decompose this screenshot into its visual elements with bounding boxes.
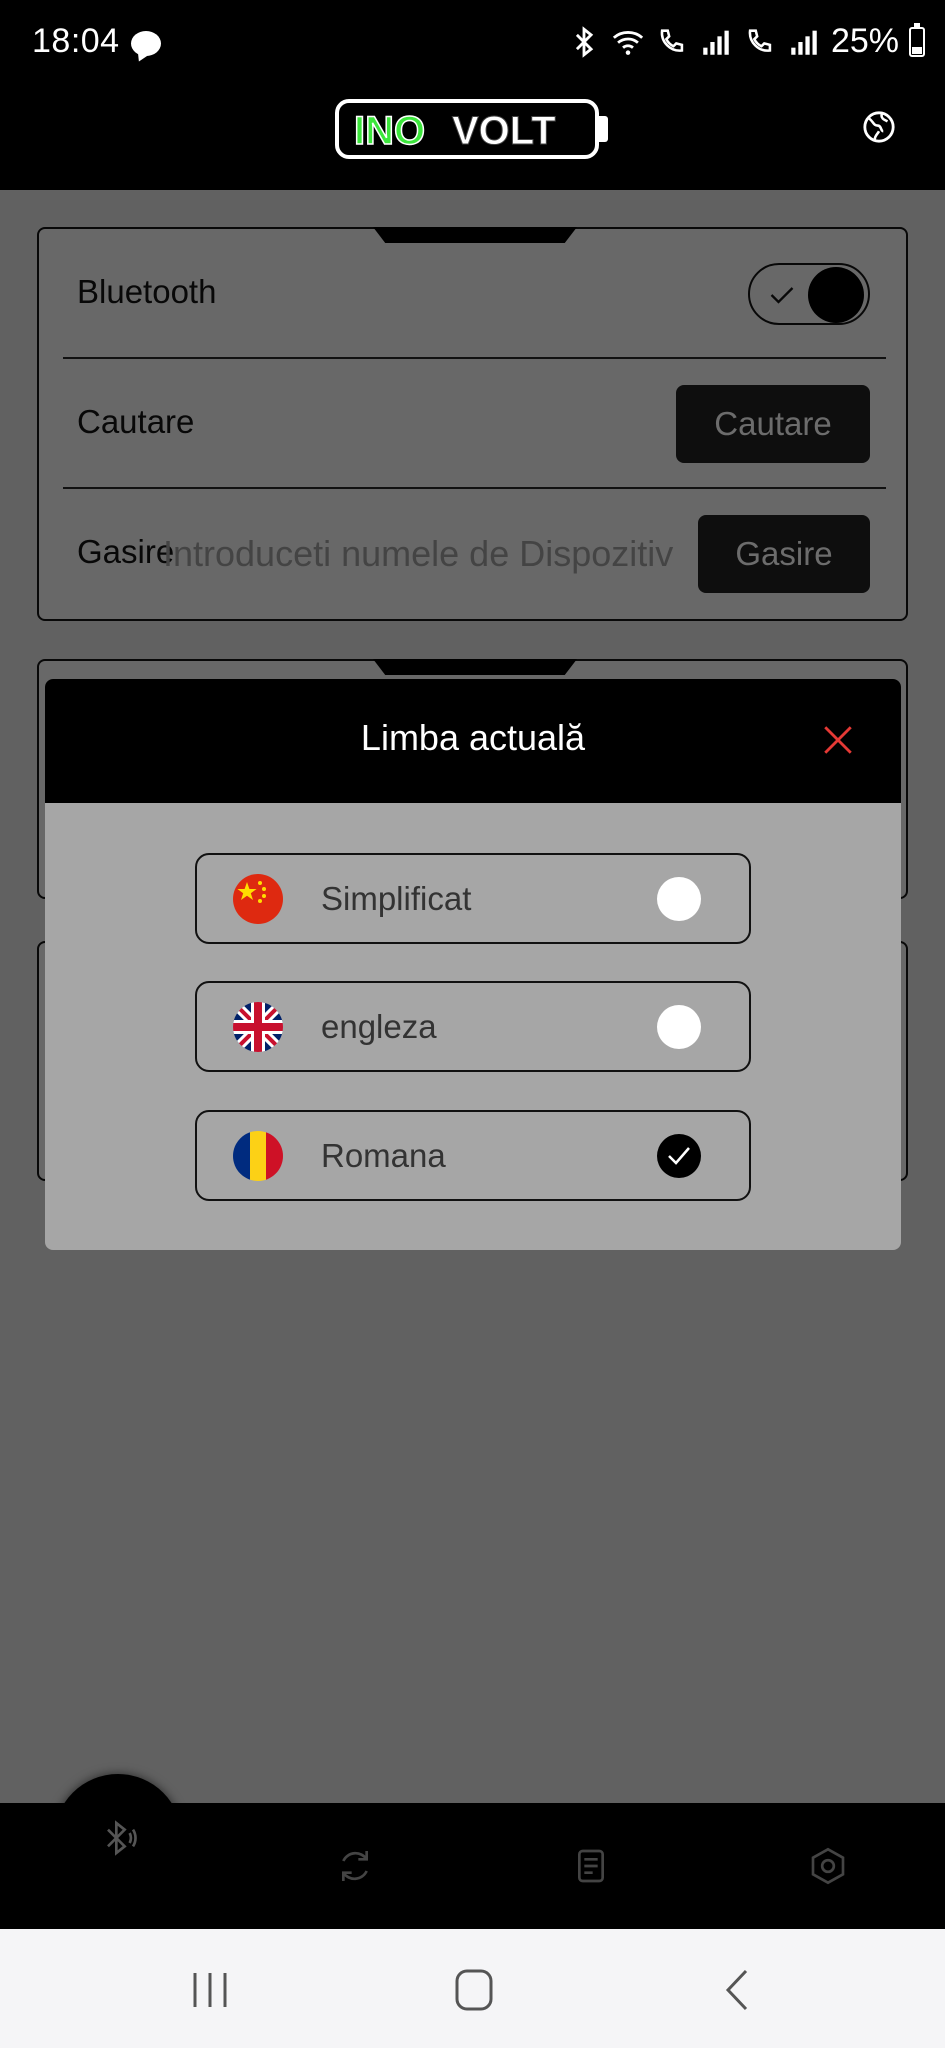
battery-icon — [909, 22, 925, 57]
language-option-romanian[interactable]: Romana — [195, 1110, 751, 1201]
logo-text-ino: INO — [354, 109, 425, 153]
radio-button-checked[interactable] — [657, 1134, 701, 1178]
language-label: Romana — [321, 1137, 446, 1174]
app-header: INO VOLT — [0, 88, 945, 190]
globe-icon[interactable] — [862, 110, 896, 144]
volte-call-icon — [660, 28, 684, 52]
status-time: 18:04 — [32, 22, 120, 60]
bluetooth-icon — [575, 25, 594, 58]
language-dialog: Limba actuală Simplificat engleza Romana — [45, 679, 901, 1250]
uk-flag-icon — [233, 1002, 283, 1052]
system-nav-bar — [0, 1929, 945, 2048]
signal-icon — [703, 30, 729, 55]
inovolt-logo: INO VOLT — [335, 99, 608, 159]
chat-bubble-icon — [131, 31, 161, 56]
wifi-icon — [612, 30, 644, 55]
language-option-english[interactable]: engleza — [195, 981, 751, 1072]
status-bar: 18:04 25% — [0, 0, 945, 88]
home-icon[interactable] — [449, 1967, 499, 2013]
close-icon[interactable] — [821, 723, 855, 757]
language-label: Simplificat — [321, 880, 472, 917]
dialog-title: Limba actuală — [360, 717, 586, 758]
recents-icon[interactable] — [185, 1967, 235, 2013]
language-label: engleza — [321, 1008, 437, 1045]
china-flag-icon — [233, 874, 283, 924]
signal-icon — [791, 30, 817, 55]
romania-flag-icon — [233, 1131, 283, 1181]
check-icon — [668, 1147, 690, 1165]
radio-button[interactable] — [657, 877, 701, 921]
back-icon[interactable] — [712, 1967, 762, 2013]
language-option-chinese[interactable]: Simplificat — [195, 853, 751, 944]
dialog-header: Limba actuală — [45, 679, 901, 803]
battery-percent: 25% — [830, 22, 899, 60]
radio-button[interactable] — [657, 1005, 701, 1049]
logo-text-volt: VOLT — [452, 109, 556, 153]
wifi-call-icon — [748, 28, 772, 52]
